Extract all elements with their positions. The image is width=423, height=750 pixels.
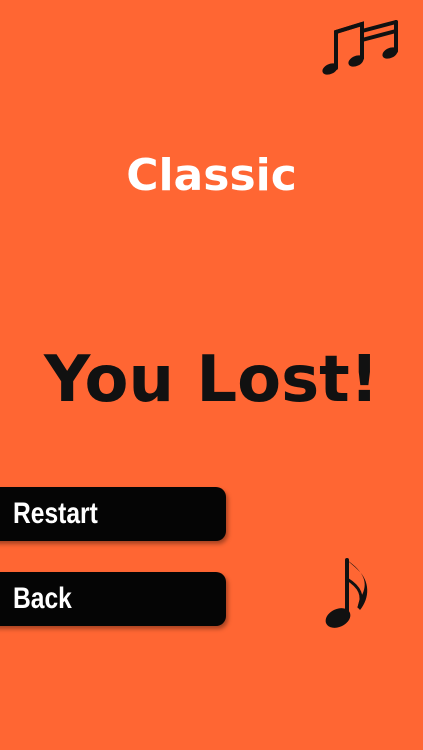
beamed-sixteenth-notes-icon [322, 20, 398, 75]
restart-button-label: Restart [13, 497, 98, 530]
mode-title: Classic [126, 150, 297, 201]
restart-button[interactable]: Restart [0, 487, 226, 541]
back-button[interactable]: Back [0, 572, 226, 626]
back-button-label: Back [13, 582, 72, 615]
game-over-screen: Classic You Lost! Restart Back [0, 0, 423, 750]
eighth-note-icon [325, 558, 368, 628]
result-title: You Lost! [44, 343, 379, 417]
